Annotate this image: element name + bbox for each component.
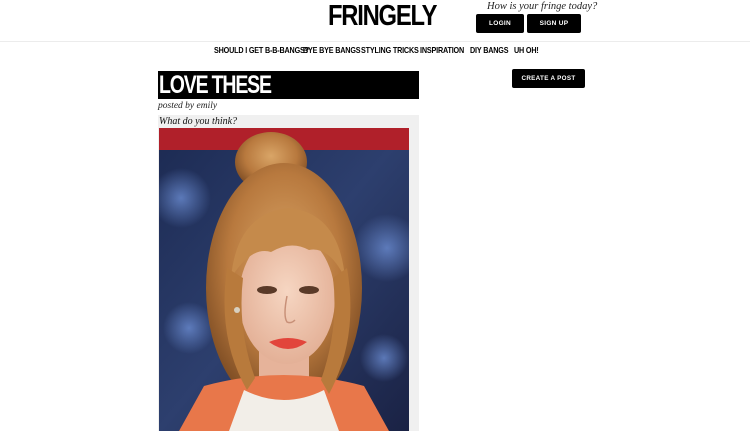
post-title[interactable]: LOVE THESE	[159, 72, 272, 98]
nav-item-styling-tricks[interactable]: STYLING TRICKS	[361, 45, 419, 55]
site-header: FRINGELY How is your fringe today? LOGIN…	[0, 0, 750, 42]
main-nav: SHOULD I GET B-B-BANGS? BYE BYE BANGS ST…	[0, 45, 750, 59]
nav-item-uh-oh[interactable]: UH OH!	[514, 45, 539, 55]
post-photo	[159, 128, 409, 431]
signup-button[interactable]: SIGN UP	[527, 14, 581, 33]
nav-item-inspiration[interactable]: INSPIRATION	[420, 45, 464, 55]
login-button[interactable]: LOGIN	[476, 14, 524, 33]
post-text: What do you think?	[159, 116, 238, 127]
post-author: posted by emily	[158, 101, 218, 111]
nav-item-diy-bangs[interactable]: DIY BANGS	[470, 45, 509, 55]
create-post-button[interactable]: CREATE A POST	[512, 69, 585, 88]
site-logo[interactable]: FRINGELY	[328, 0, 437, 32]
nav-item-bye-bye-bangs[interactable]: BYE BYE BANGS	[303, 45, 361, 55]
header-tagline: How is your fringe today?	[487, 1, 598, 12]
nav-item-should-i-get-bangs[interactable]: SHOULD I GET B-B-BANGS?	[214, 45, 309, 55]
